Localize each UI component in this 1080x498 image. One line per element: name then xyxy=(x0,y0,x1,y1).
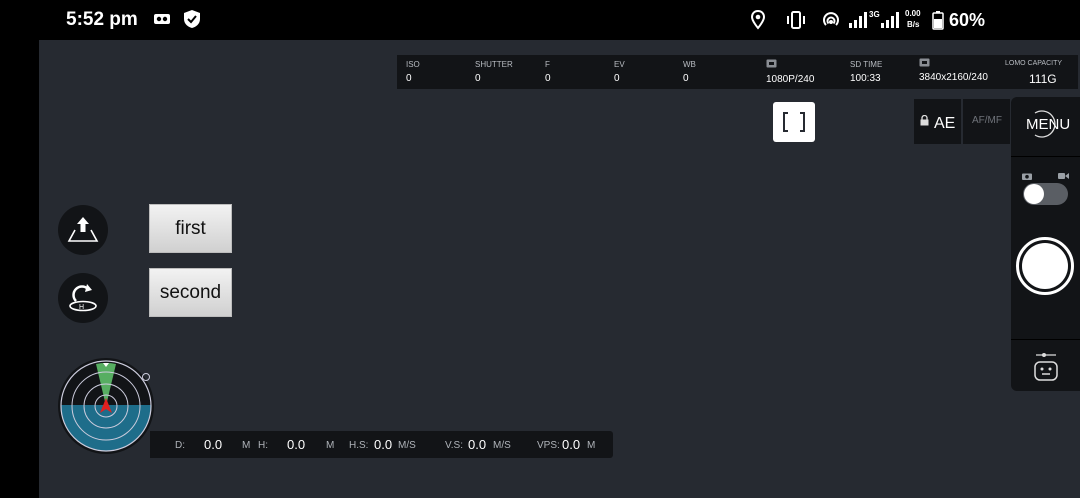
divider xyxy=(1011,339,1080,340)
ev-label: EV xyxy=(614,60,625,69)
vibrate-icon xyxy=(786,10,806,35)
return-home-icon: H xyxy=(69,284,97,312)
focus-frame-icon xyxy=(783,112,805,132)
photo-resolution-icon xyxy=(919,58,930,69)
horizontal-speed-label: H.S: xyxy=(349,440,369,451)
horizontal-speed-unit: M/S xyxy=(398,440,416,451)
f-value: 0 xyxy=(545,73,551,84)
photo-video-toggle[interactable] xyxy=(1023,183,1068,205)
wb-value: 0 xyxy=(683,73,689,84)
ae-lock-button[interactable]: AE xyxy=(914,99,961,144)
video-icon xyxy=(1058,167,1069,185)
distance-unit: M xyxy=(242,440,251,451)
svg-text:H: H xyxy=(79,304,84,311)
signal-icon xyxy=(848,11,868,34)
vertical-speed-value: 0.0 xyxy=(468,437,487,452)
telemetry-bar: D: 0.0 M H: 0.0 M H.S: 0.0 M/S V.S: 0.0 … xyxy=(150,431,613,458)
takeoff-button[interactable] xyxy=(58,205,108,255)
vps-unit: M xyxy=(587,440,596,451)
height-label: H: xyxy=(258,440,268,451)
ev-value: 0 xyxy=(614,73,620,84)
height-unit: M xyxy=(326,440,335,451)
status-time: 5:52 pm xyxy=(66,9,138,30)
return-home-button[interactable]: H xyxy=(58,273,108,323)
hotspot-icon xyxy=(821,10,841,35)
distance-value: 0.0 xyxy=(204,437,223,452)
signal-icon xyxy=(880,11,900,34)
video-format-icon xyxy=(766,59,777,70)
height-value: 0.0 xyxy=(287,437,306,452)
shutter-button[interactable] xyxy=(1016,237,1074,295)
takeoff-icon xyxy=(67,217,99,242)
camera-settings-icon[interactable] xyxy=(1032,351,1060,388)
camera-info-bar: ISO 0 SHUTTER 0 F 0 EV 0 WB 0 1080P/240 … xyxy=(397,55,1078,89)
iso-value: 0 xyxy=(406,73,412,84)
divider xyxy=(1011,156,1080,157)
battery-percent: 60% xyxy=(949,10,986,30)
toggle-knob xyxy=(1024,184,1044,204)
sd-time-value: 100:33 xyxy=(850,73,881,84)
capacity-value: 111G xyxy=(1029,72,1057,86)
horizontal-speed-value: 0.0 xyxy=(374,437,393,452)
sd-time-label: SD TIME xyxy=(850,60,883,69)
video-format-value: 1080P/240 xyxy=(766,74,815,85)
battery-icon xyxy=(932,10,944,35)
photo-resolution-value: 3840x2160/240 xyxy=(919,72,988,83)
second-button[interactable]: second xyxy=(149,268,232,317)
vertical-speed-unit: M/S xyxy=(493,440,511,451)
focus-frame-button[interactable] xyxy=(773,102,815,142)
shutter-value: 0 xyxy=(475,73,481,84)
capacity-label: LOMO CAPACITY xyxy=(1005,60,1063,67)
data-rate-unit: B/s xyxy=(907,20,920,29)
iso-label: ISO xyxy=(406,60,420,69)
f-label: F xyxy=(545,60,550,69)
shutter-inner xyxy=(1022,243,1068,289)
menu-label: MENU xyxy=(1026,116,1071,133)
vps-value: 0.0 xyxy=(562,437,581,452)
menu-button[interactable]: MENU xyxy=(1011,97,1080,155)
location-icon xyxy=(750,9,766,35)
ae-label: AE xyxy=(934,115,956,132)
first-button[interactable]: first xyxy=(149,204,232,253)
vertical-speed-label: V.S: xyxy=(445,440,463,451)
shield-icon xyxy=(183,9,201,34)
data-rate-value: 0.00 xyxy=(905,9,921,18)
right-control-panel: MENU xyxy=(1011,97,1080,391)
lock-icon xyxy=(920,113,929,131)
af-mf-button[interactable]: AF/MF xyxy=(963,99,1010,144)
wb-label: WB xyxy=(683,60,696,69)
afmf-label: AF/MF xyxy=(972,115,1002,126)
shutter-label: SHUTTER xyxy=(475,60,513,69)
distance-label: D: xyxy=(175,440,185,451)
radar-attitude-indicator xyxy=(56,356,160,458)
status-bar: 5:52 pm 3G 0.00 B/s 60% xyxy=(0,0,1080,40)
network-type: 3G xyxy=(869,10,880,19)
vr-headset-icon xyxy=(153,12,171,31)
vps-label: VPS: xyxy=(537,440,560,451)
